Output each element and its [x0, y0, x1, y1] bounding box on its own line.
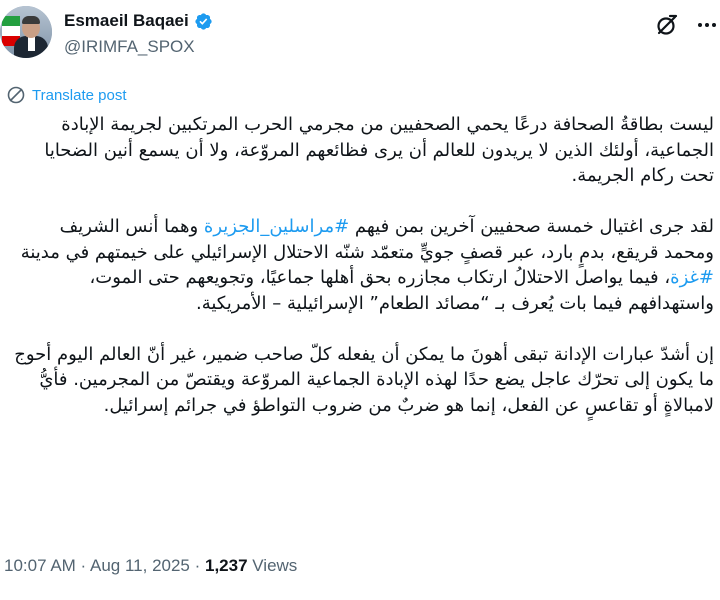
post-text: ليست بطاقةُ الصحافة درعًا يحمي الصحفيين … [6, 112, 714, 418]
paragraph-2-text: ، فيما يواصل الاحتلالُ ارتكاب مجازره بحق… [89, 267, 715, 314]
post-date[interactable]: Aug 11, 2025 [90, 556, 190, 575]
views-count: 1,237 [205, 556, 248, 575]
more-options-icon[interactable] [694, 12, 720, 38]
author-name[interactable]: Esmaeil Baqaei [64, 11, 189, 31]
separator: · [75, 556, 90, 575]
verified-check-icon[interactable] [194, 12, 213, 31]
post-metadata: 10:07 AM · Aug 11, 2025 · 1,237 Views [4, 556, 297, 576]
translate-post-label[interactable]: Translate post [32, 87, 127, 104]
hashtag-link-aljazeera[interactable]: #مراسلين_الجزيرة [204, 216, 349, 237]
views-label: Views [247, 556, 298, 575]
translate-post-button[interactable]: Translate post [6, 85, 127, 105]
paragraph-2-text: لقد جرى اغتيال خمسة صحفيين آخرين بمن فيه… [349, 216, 714, 237]
post-paragraph-1: ليست بطاقةُ الصحافة درعًا يحمي الصحفيين … [44, 114, 714, 186]
author-handle[interactable]: @IRIMFA_SPOX [64, 37, 195, 57]
avatar[interactable] [0, 6, 52, 58]
post-paragraph-2: لقد جرى اغتيال خمسة صحفيين آخرين بمن فيه… [6, 214, 714, 316]
separator: · [189, 556, 205, 575]
post-paragraph-3: إن أشدّ عبارات الإدانة تبقى أهونَ ما يمك… [14, 343, 714, 416]
post-time[interactable]: 10:07 AM [4, 556, 76, 575]
grok-icon[interactable] [654, 12, 680, 38]
hashtag-link-gaza[interactable]: #غزة [670, 267, 714, 288]
translate-icon [7, 86, 25, 104]
post-header: Esmaeil Baqaei @IRIMFA_SPOX [0, 0, 720, 80]
author-name-row[interactable]: Esmaeil Baqaei [64, 10, 213, 32]
